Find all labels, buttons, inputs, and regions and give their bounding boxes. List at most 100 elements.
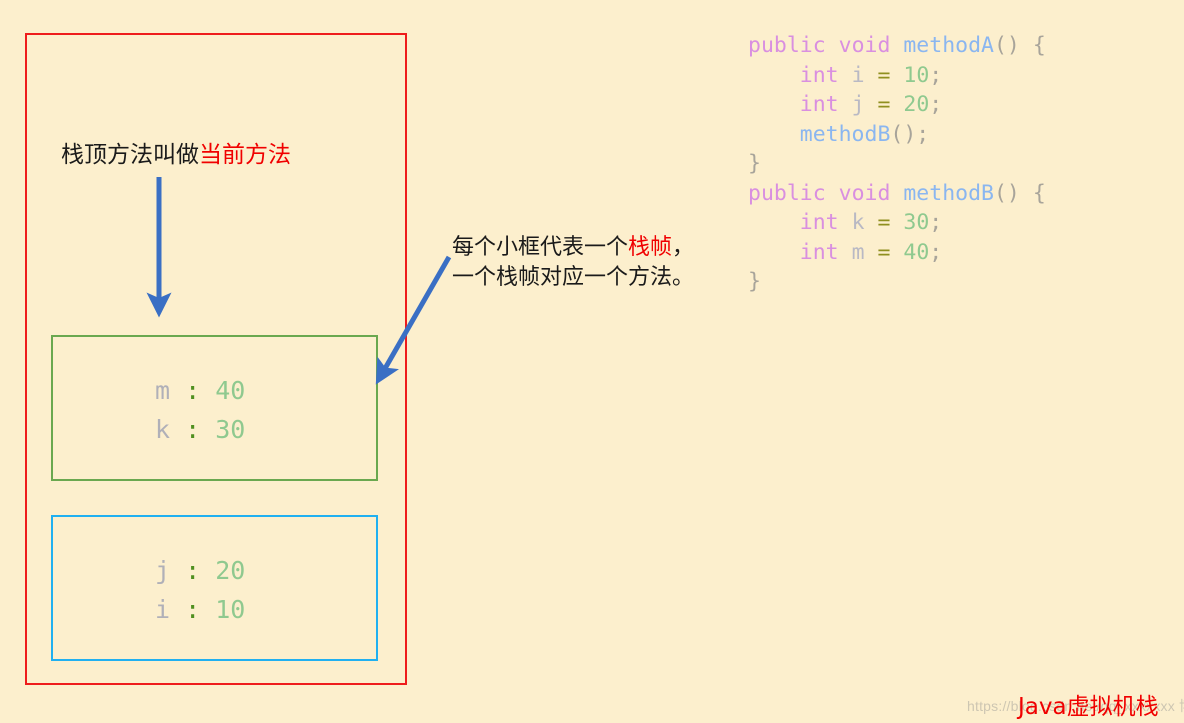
code-token-punct xyxy=(748,240,800,265)
code-token-punct xyxy=(839,92,852,117)
code-token-punct xyxy=(748,63,800,88)
code-token-num: 30 xyxy=(903,210,930,235)
code-token-punct: } xyxy=(748,269,761,294)
code-token-fn: methodB xyxy=(799,121,891,147)
code-token-fn: methodB xyxy=(903,180,994,206)
variable-row: k : 30 xyxy=(155,410,245,449)
code-token-punct xyxy=(890,33,903,58)
code-line: } xyxy=(748,267,1046,297)
code-token-punct xyxy=(748,210,800,235)
code-token-num: 10 xyxy=(903,62,930,88)
code-token-punct xyxy=(839,240,852,265)
annotation-frame-line1-tail: ， xyxy=(672,235,695,260)
code-token-kw: int xyxy=(799,210,839,235)
code-line: public void methodA() { xyxy=(748,31,1046,61)
code-token-punct xyxy=(839,210,852,235)
annotation-frame-meaning: 每个小框代表一个栈帧， 一个栈帧对应一个方法。 xyxy=(452,233,694,293)
variable-name: i xyxy=(155,595,171,624)
code-token-kw: public xyxy=(748,33,826,58)
annotation-stack-top-plain: 栈顶方法叫做 xyxy=(61,142,199,168)
annotation-stack-top-highlight: 当前方法 xyxy=(199,142,291,168)
code-token-punct: () xyxy=(993,180,1020,206)
code-token-punct xyxy=(890,92,903,117)
code-token-op: = xyxy=(877,239,891,265)
code-line: int m = 40; xyxy=(748,238,1046,268)
code-token-kw: void xyxy=(838,180,891,206)
code-token-punct xyxy=(826,33,839,58)
stack-frame-methodA: j : 20 i : 10 xyxy=(51,515,378,661)
code-token-var: i xyxy=(851,62,865,88)
stack-frame-methodB: m : 40 k : 30 xyxy=(51,335,378,481)
code-token-punct xyxy=(890,240,903,265)
annotation-frame-line1-highlight: 栈帧 xyxy=(628,235,673,260)
code-token-num: 40 xyxy=(903,239,930,265)
code-token-var: k xyxy=(851,210,865,235)
variable-colon: : xyxy=(185,595,201,624)
code-token-var: m xyxy=(851,239,865,265)
code-token-punct: ; xyxy=(929,239,943,265)
variable-value: 20 xyxy=(215,556,246,585)
diagram-caption: Java虚拟机栈 xyxy=(1018,694,1159,720)
code-token-punct xyxy=(1020,181,1033,206)
code-token-var: j xyxy=(851,92,865,117)
code-token-punct: ; xyxy=(929,62,943,88)
code-token-punct: { xyxy=(1032,33,1046,58)
code-token-punct: ; xyxy=(929,210,943,235)
code-token-punct: () xyxy=(993,33,1020,58)
code-token-op: = xyxy=(877,210,891,235)
variable-row: i : 10 xyxy=(155,590,245,629)
code-token-kw: public xyxy=(748,180,826,206)
stack-frame-methodB-rows: m : 40 k : 30 xyxy=(155,371,245,449)
code-token-punct xyxy=(839,63,852,88)
annotation-frame-line2: 一个栈帧对应一个方法。 xyxy=(452,265,695,290)
code-token-punct xyxy=(865,92,878,117)
code-token-punct xyxy=(865,63,878,88)
variable-row: j : 20 xyxy=(155,551,245,590)
code-token-punct: ; xyxy=(929,92,943,117)
code-line: } xyxy=(748,149,1046,179)
code-line: int j = 20; xyxy=(748,90,1046,120)
code-token-kw: int xyxy=(799,239,839,265)
code-line: int i = 10; xyxy=(748,61,1046,91)
code-token-punct xyxy=(890,63,903,88)
code-line: public void methodB() { xyxy=(748,179,1046,209)
code-token-punct xyxy=(1020,33,1033,58)
variable-name: j xyxy=(155,556,171,585)
code-token-punct xyxy=(865,210,878,235)
annotation-frame-line1-plain: 每个小框代表一个 xyxy=(452,235,629,260)
variable-value: 40 xyxy=(215,376,246,405)
variable-row: m : 40 xyxy=(155,371,245,410)
code-token-punct xyxy=(890,181,903,206)
code-token-fn: methodA xyxy=(903,33,994,58)
variable-name: m xyxy=(155,376,171,405)
code-token-punct xyxy=(748,122,800,147)
diagram-canvas: 栈顶方法叫做当前方法 每个小框代表一个栈帧， 一个栈帧对应一个方法。 m : 40… xyxy=(0,0,1184,723)
variable-value: 30 xyxy=(215,415,246,444)
code-token-punct xyxy=(865,240,878,265)
code-token-num: 20 xyxy=(903,92,930,117)
code-token-op: = xyxy=(877,92,891,117)
variable-colon: : xyxy=(185,376,201,405)
code-token-op: = xyxy=(877,62,891,88)
code-token-punct xyxy=(748,92,800,117)
variable-colon: : xyxy=(185,556,201,585)
variable-value: 10 xyxy=(215,595,246,624)
code-token-kw: void xyxy=(838,33,891,58)
code-line: int k = 30; xyxy=(748,208,1046,238)
java-code-block: public void methodA() { int i = 10; int … xyxy=(748,31,1046,297)
code-token-punct xyxy=(890,210,903,235)
code-token-kw: int xyxy=(799,62,839,88)
code-token-kw: int xyxy=(799,92,839,117)
code-token-punct xyxy=(826,181,839,206)
annotation-stack-top: 栈顶方法叫做当前方法 xyxy=(61,140,291,170)
variable-colon: : xyxy=(185,415,201,444)
variable-name: k xyxy=(155,415,171,444)
code-line: methodB(); xyxy=(748,120,1046,150)
